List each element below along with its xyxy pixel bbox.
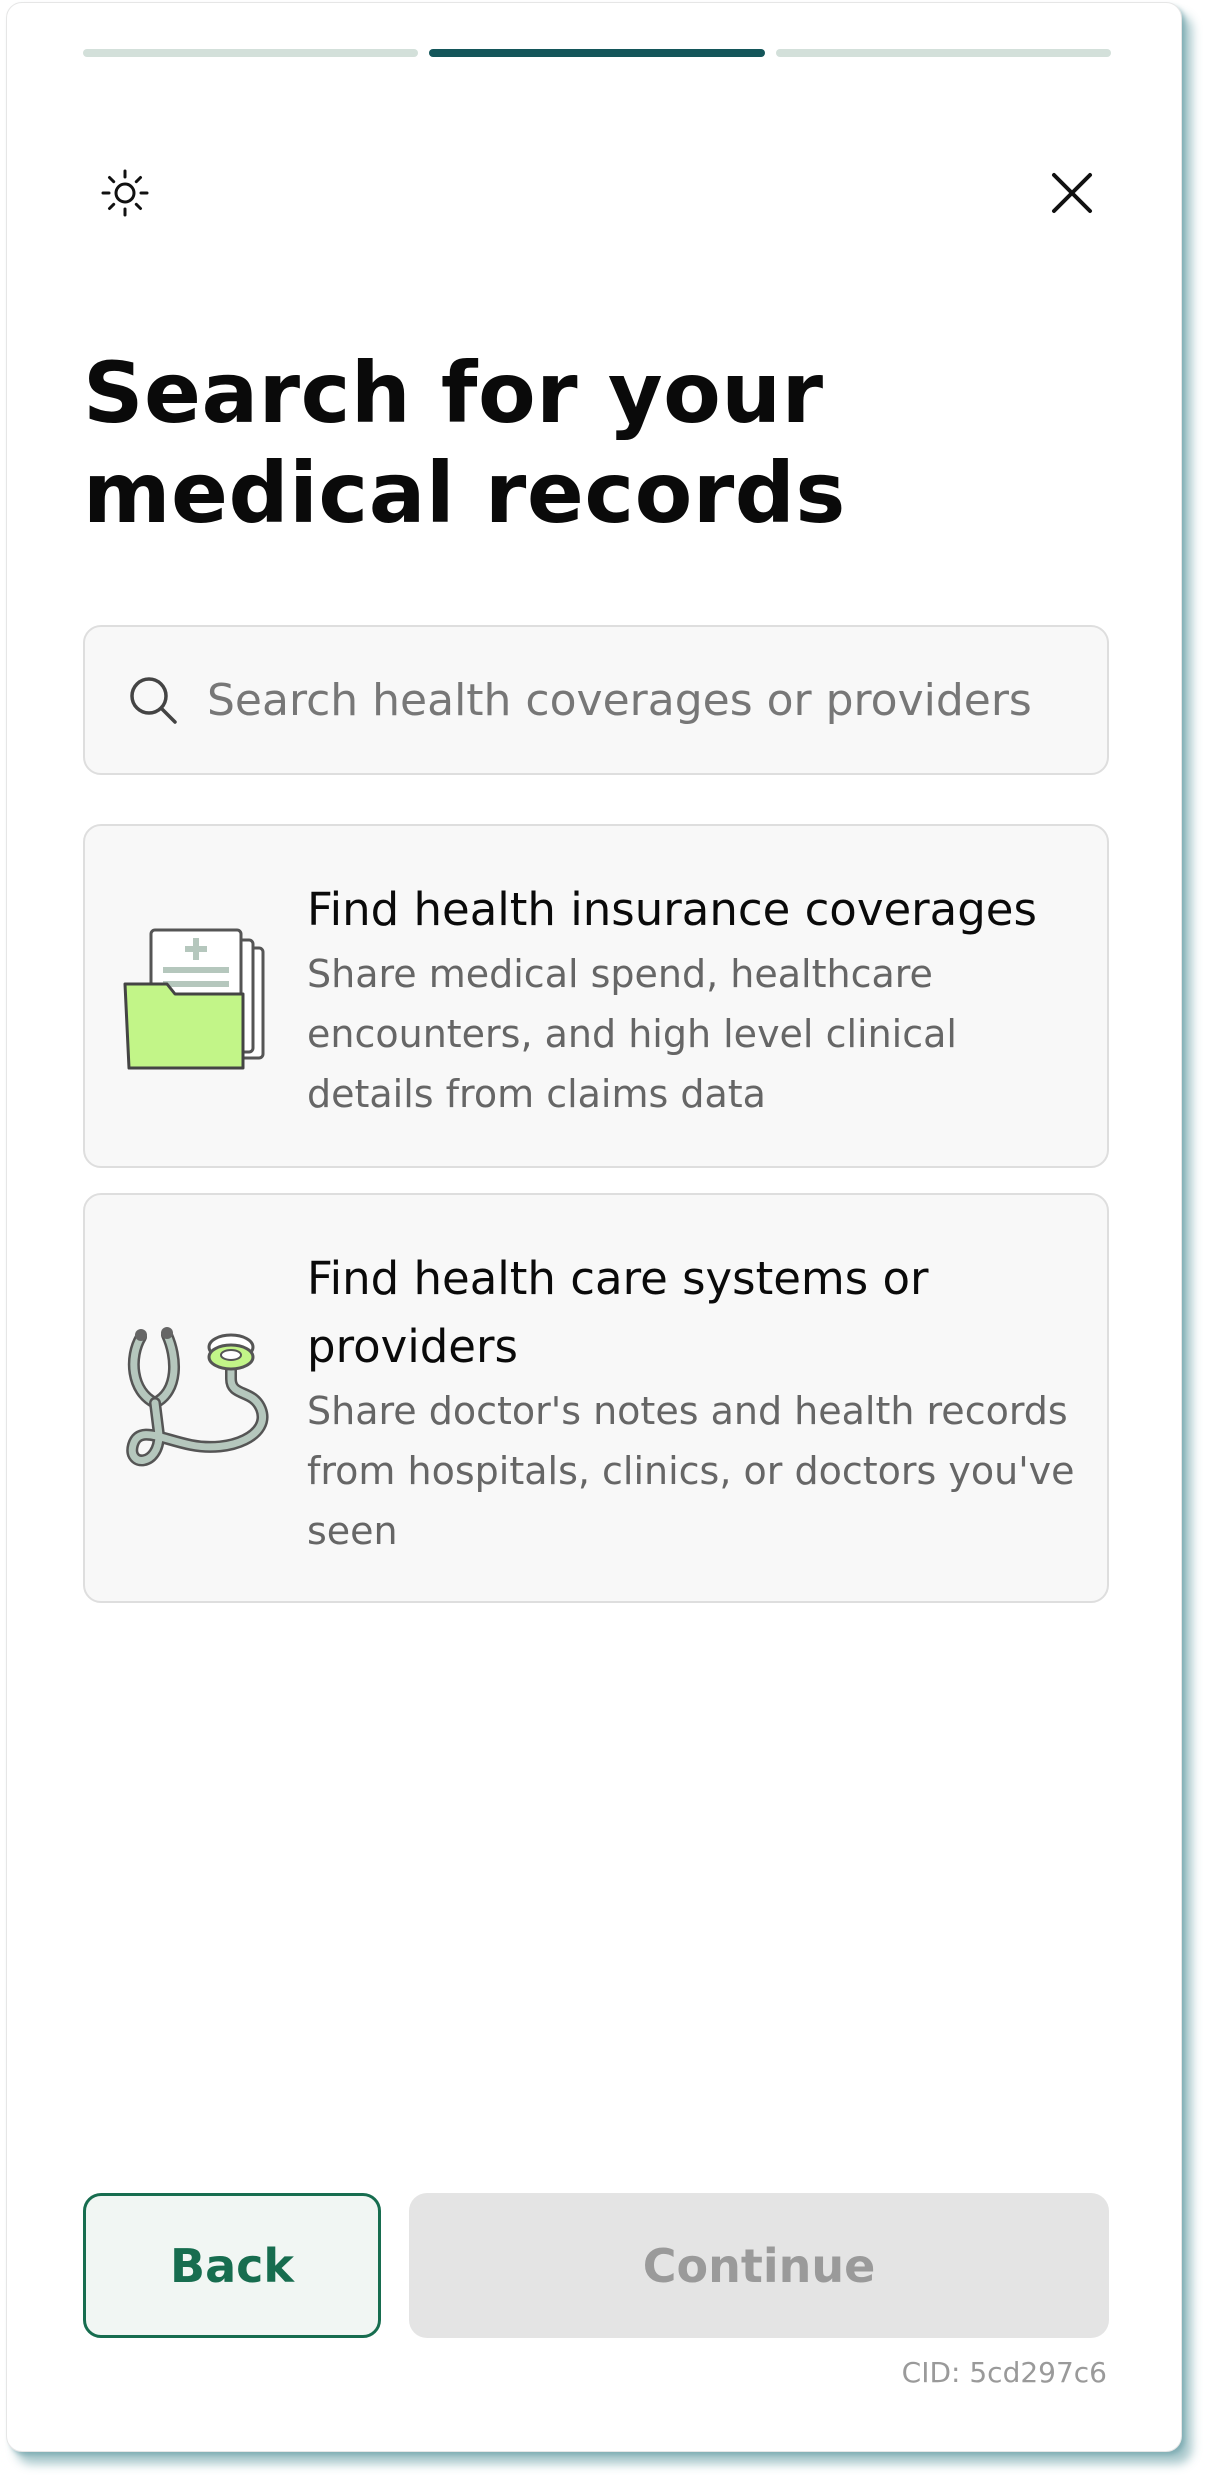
- option-title: Find health care systems or providers: [307, 1252, 929, 1373]
- option-insurance-coverages[interactable]: Find health insurance coverages Share me…: [83, 824, 1109, 1168]
- page-title: Search for your medical records: [83, 344, 846, 542]
- cid-label: CID: 5cd297c6: [901, 2356, 1107, 2389]
- search-input[interactable]: [207, 674, 1067, 726]
- sun-icon: [101, 169, 149, 217]
- back-button[interactable]: Back: [83, 2193, 381, 2338]
- option-description: Share medical spend, healthcare encounte…: [307, 952, 957, 1116]
- insurance-folder-illustration: [121, 922, 281, 1082]
- option-health-care-providers[interactable]: Find health care systems or providers Sh…: [83, 1193, 1109, 1603]
- progress-step-3: [775, 49, 1111, 57]
- close-icon: [1052, 173, 1092, 213]
- close-button[interactable]: [1037, 158, 1107, 228]
- option-title: Find health insurance coverages: [307, 883, 1037, 936]
- theme-toggle-button[interactable]: [90, 158, 160, 228]
- stethoscope-illustration: [121, 1317, 281, 1477]
- progress-step-2-active: [429, 49, 765, 57]
- progress-bar: [83, 49, 1111, 57]
- search-box[interactable]: [83, 625, 1109, 775]
- progress-step-1: [83, 49, 419, 57]
- continue-button[interactable]: Continue: [409, 2193, 1109, 2338]
- option-description: Share doctor's notes and health records …: [307, 1389, 1075, 1553]
- modal-card: Search for your medical records Search h…: [6, 2, 1182, 2452]
- search-icon: [125, 672, 181, 728]
